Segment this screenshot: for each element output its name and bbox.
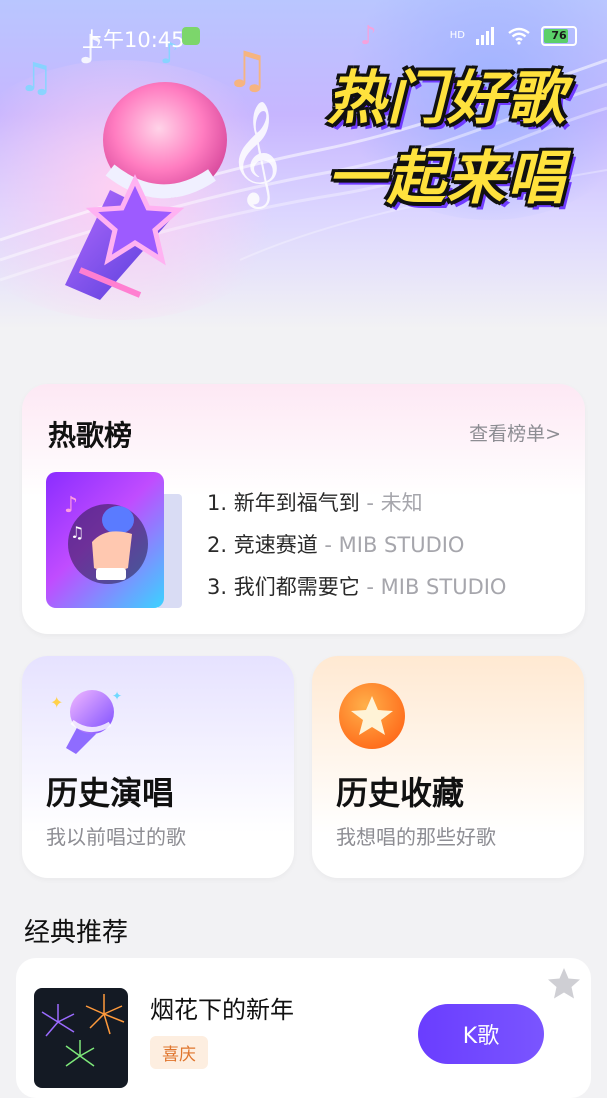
network-type: HD <box>449 30 465 41</box>
view-chart-link[interactable]: 查看榜单> <box>469 419 561 446</box>
star-badge-icon <box>339 683 405 749</box>
history-fav-title: 历史收藏 <box>336 774 465 812</box>
status-icons: HD 76 <box>450 24 577 48</box>
banner-line-2: 一起来唱 <box>326 144 567 212</box>
song-title: 3. 我们都需要它 <box>207 575 360 599</box>
song-artist: - MIB STUDIO <box>359 575 507 599</box>
hot-chart-title: 热歌榜 <box>48 419 133 452</box>
history-sing-title: 历史演唱 <box>46 774 175 812</box>
svg-text:✦: ✦ <box>112 689 122 703</box>
microphone-icon <box>65 82 227 300</box>
history-fav-card[interactable]: 历史收藏 我想唱的那些好歌 <box>312 656 584 878</box>
hot-song-list: 1. 新年到福气到 - 未知 2. 竞速赛道 - MIB STUDIO 3. 我… <box>207 482 506 608</box>
recommend-song-title: 烟花下的新年 <box>150 996 294 1024</box>
hot-song-item[interactable]: 3. 我们都需要它 - MIB STUDIO <box>207 566 506 608</box>
song-title: 2. 竞速赛道 <box>207 533 318 557</box>
banner-slogan: 热门好歌 一起来唱 <box>327 58 567 218</box>
svg-text:✦: ✦ <box>50 693 63 712</box>
battery-level: 76 <box>551 29 567 42</box>
classic-section-title: 经典推荐 <box>24 918 129 948</box>
history-fav-subtitle: 我想唱的那些好歌 <box>336 825 496 849</box>
history-sing-subtitle: 我以前唱过的歌 <box>46 825 186 849</box>
song-title: 1. 新年到福气到 <box>207 491 360 515</box>
song-artist: - 未知 <box>359 491 423 515</box>
fireworks-icon <box>41 994 125 1067</box>
android-notification-icon <box>182 27 200 45</box>
genre-tag: 喜庆 <box>150 1036 208 1069</box>
favorite-star-icon[interactable] <box>546 966 582 1002</box>
hot-chart-cover[interactable]: ♪ ♫ <box>46 472 164 608</box>
karaoke-button[interactable]: K歌 <box>418 1004 544 1064</box>
history-sing-card[interactable]: ✦ ✦ 历史演唱 我以前唱过的歌 <box>22 656 294 878</box>
microphone-icon: ✦ ✦ <box>50 689 122 754</box>
svg-text:♪: ♪ <box>64 493 78 518</box>
hot-song-item[interactable]: 2. 竞速赛道 - MIB STUDIO <box>207 524 506 566</box>
hot-song-item[interactable]: 1. 新年到福气到 - 未知 <box>207 482 506 524</box>
signal-icon <box>476 27 494 45</box>
wifi-icon <box>508 27 530 45</box>
recommend-song-card[interactable]: 烟花下的新年 喜庆 K歌 <box>16 958 591 1098</box>
status-time: 上午10:45 <box>82 28 185 52</box>
battery-icon: 76 <box>541 26 577 46</box>
status-bar: 上午10:45 HD 76 <box>0 0 607 72</box>
hot-chart-card[interactable]: 热歌榜 查看榜单> ♪ ♫ 1. 新年到福气到 - 未知 2. 竞速赛道 - M… <box>22 384 585 634</box>
song-artist: - MIB STUDIO <box>317 533 465 557</box>
microphone-hand-icon: ♪ ♫ <box>64 493 148 584</box>
fireworks-cover-image <box>34 988 128 1088</box>
svg-text:♫: ♫ <box>70 523 84 542</box>
